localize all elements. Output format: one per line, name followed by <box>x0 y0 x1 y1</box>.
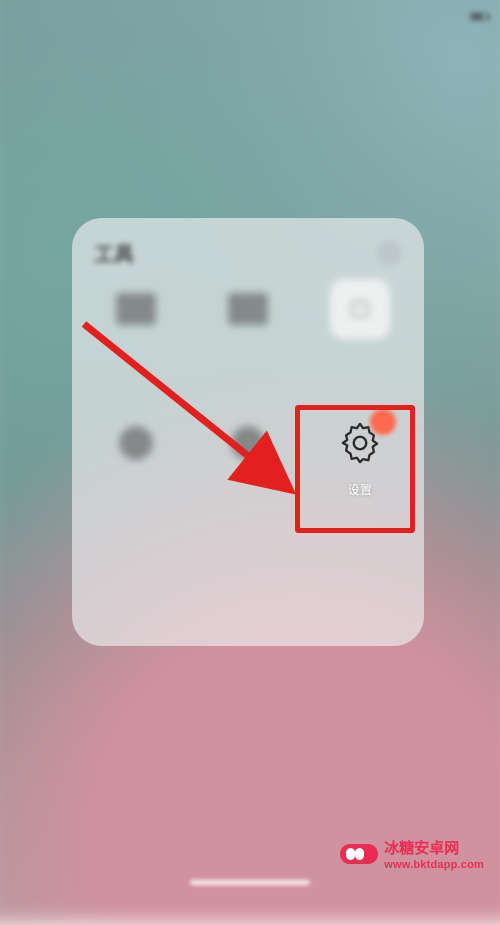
battery-icon <box>470 12 488 21</box>
folder-header: 工具 <box>72 218 424 273</box>
gamepad-icon <box>346 848 364 860</box>
app-tile-1[interactable] <box>80 279 192 409</box>
app-tile-5[interactable] <box>192 413 304 543</box>
app-tile-3[interactable] <box>304 279 416 409</box>
watermark-badge <box>340 844 378 864</box>
folder-more-button[interactable] <box>376 240 402 266</box>
watermark: 冰糖安卓网 www.bktdapp.com <box>332 833 492 875</box>
app-folder[interactable]: 工具 <box>72 218 424 646</box>
app-tile-4[interactable] <box>80 413 192 543</box>
settings-label: 设置 <box>347 481 372 498</box>
watermark-brand: 冰糖安卓网 <box>384 837 459 858</box>
app-tile-2[interactable] <box>192 279 304 409</box>
status-bar <box>0 0 500 32</box>
status-right <box>467 12 488 21</box>
home-indicator[interactable] <box>190 880 310 885</box>
folder-grid: 设置 <box>72 273 424 543</box>
folder-title: 工具 <box>94 238 134 267</box>
app-tile-settings[interactable]: 设置 <box>304 413 416 543</box>
notification-badge <box>370 409 396 435</box>
watermark-url: www.bktdapp.com <box>384 859 484 871</box>
